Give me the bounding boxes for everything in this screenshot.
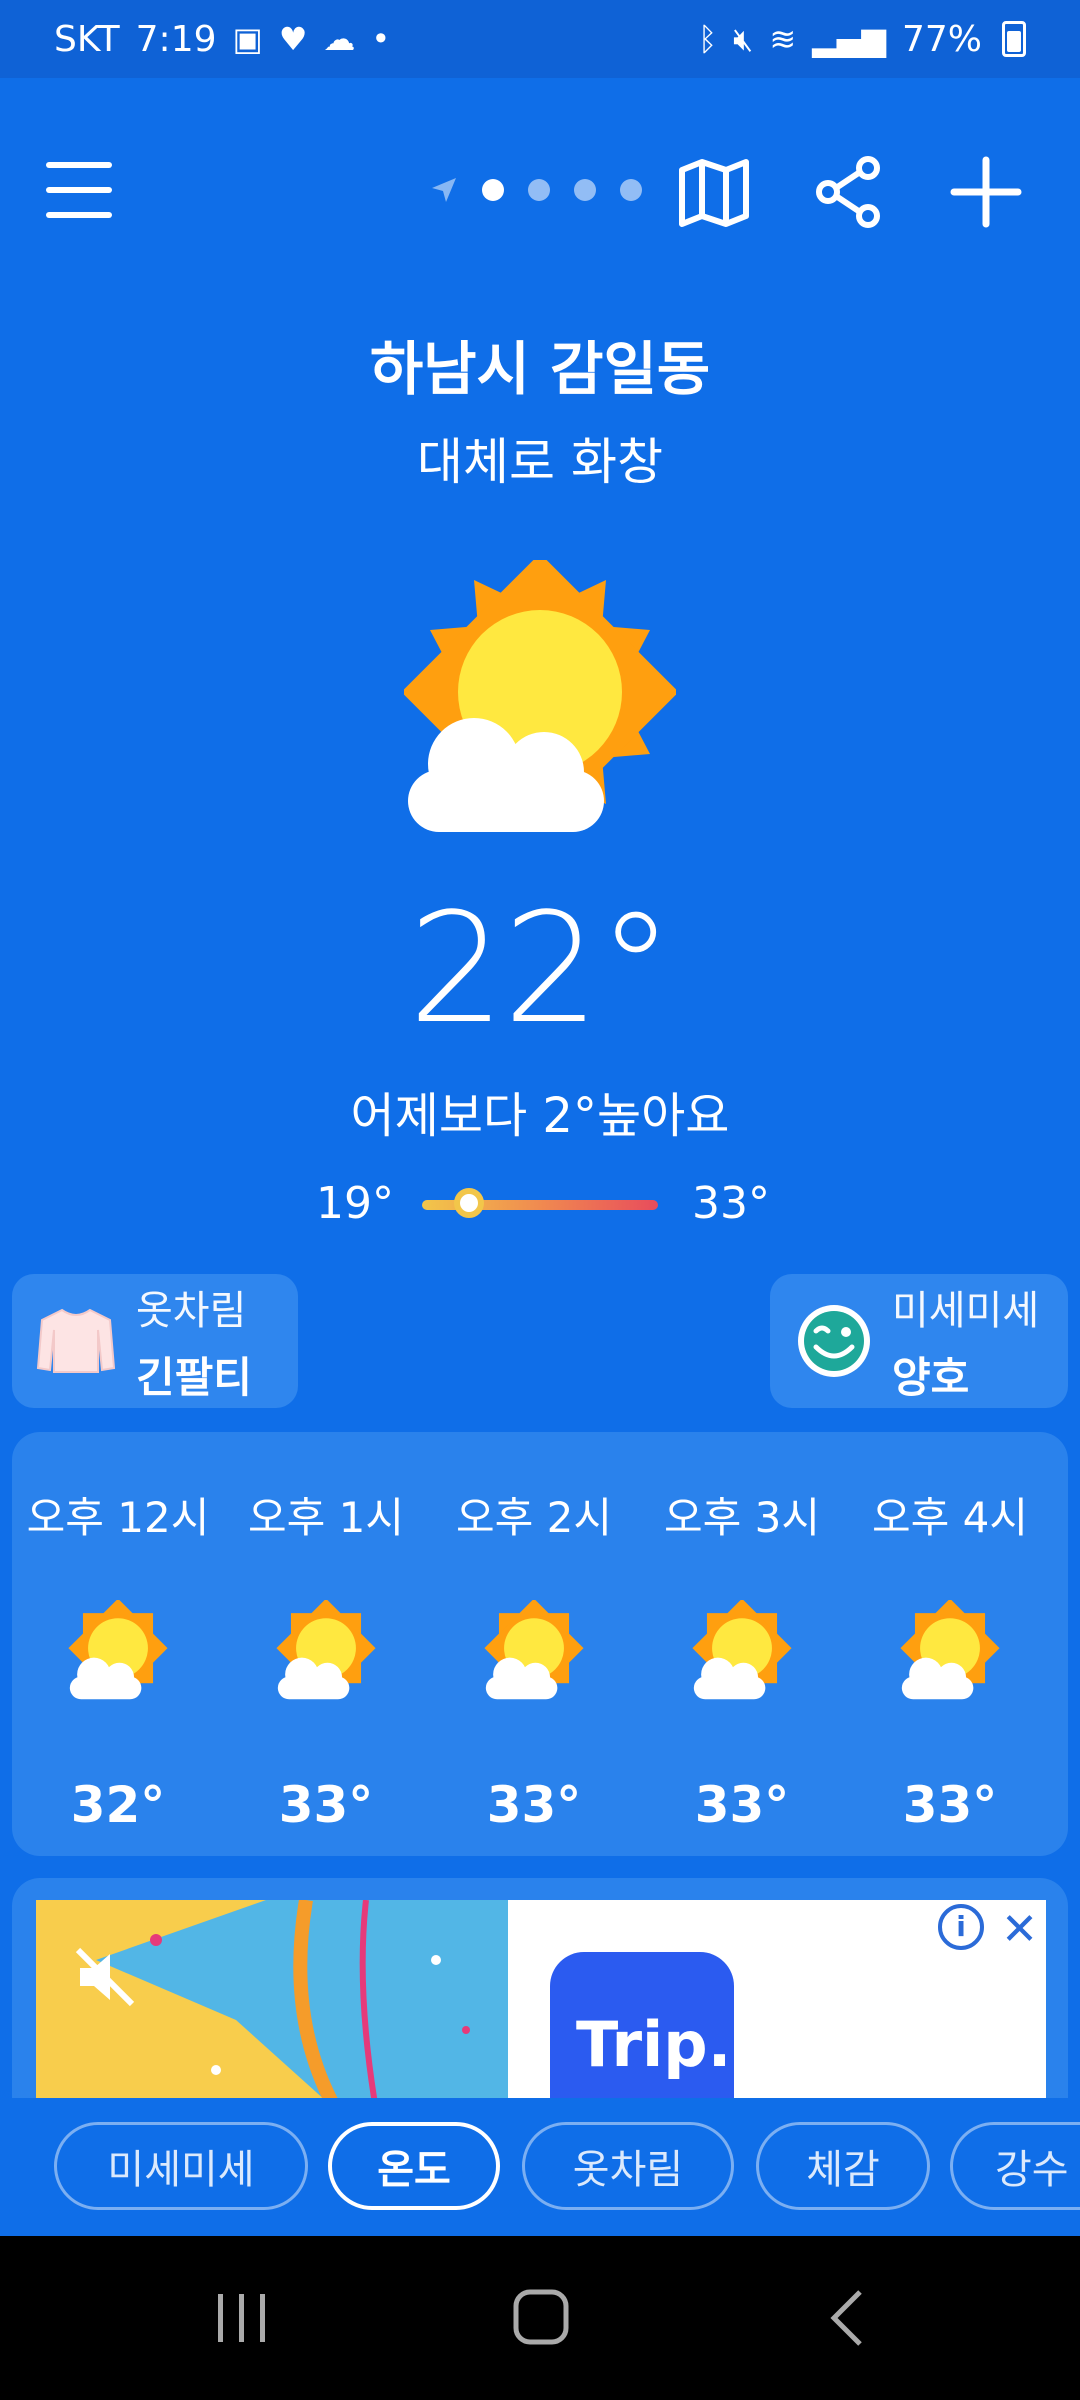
tab-temperature[interactable]: 온도 [328,2122,500,2210]
page-dot [482,179,504,201]
hour-temperature: 33° [694,1776,790,1834]
outfit-label: 옷차림 [136,1287,247,1334]
ad-info-icon[interactable]: i [938,1904,984,1950]
ad-image [36,1900,508,2098]
map-icon[interactable] [676,154,752,230]
outfit-value: 긴팔티 [136,1352,252,1402]
home-icon[interactable] [510,2286,574,2350]
hour-label: 오후 1시 [248,1493,404,1542]
page-indicator[interactable] [430,176,642,204]
sun-cloud-icon [404,560,676,832]
smiley-wink-icon [798,1305,870,1377]
advertisement[interactable]: Trip. i ✕ [36,1900,1046,2098]
carrier-label: SKT [54,18,120,60]
recent-apps-icon[interactable] [212,2286,272,2350]
ad-card: Trip. i ✕ [12,1878,1068,2098]
hour-temperature: 32° [70,1776,166,1834]
add-location-icon[interactable] [948,154,1024,230]
battery-icon [1002,21,1026,57]
menu-button[interactable] [46,162,112,218]
hour-label: 오후 12시 [26,1493,210,1542]
trip-brand-text: Trip. [576,2008,732,2081]
category-tabs: 미세미세 온도 옷차림 체감 강수 [0,2098,1080,2236]
high-temperature: 33° [692,1178,770,1229]
page-dot [574,179,596,201]
hour-temperature: 33° [902,1776,998,1834]
gallery-icon: ▣ [232,20,263,58]
dust-chip[interactable]: 미세미세 양호 [770,1274,1068,1408]
hour-temperature: 33° [278,1776,374,1834]
health-icon: ♥ [278,20,308,58]
tab-outfit[interactable]: 옷차림 [522,2122,734,2210]
share-icon[interactable] [810,154,886,230]
hour-label: 오후 4시 [872,1493,1028,1542]
weather-condition: 대체로 화창 [417,433,663,491]
current-location-icon [432,178,456,202]
current-temperature: 22° [408,880,673,1057]
hourly-forecast[interactable]: 오후 12시 32° 오후 1시 33° 오후 2시 33° 오후 3시 33°… [12,1432,1068,1856]
hour-label: 오후 2시 [456,1493,612,1542]
page-dot [620,179,642,201]
sun-cloud-icon [692,1600,792,1700]
sun-cloud-icon [900,1600,1000,1700]
wifi-icon: ≋ [769,20,797,58]
sun-cloud-icon [276,1600,376,1700]
location-title[interactable]: 하남시 감일동 [0,322,1080,406]
close-icon[interactable]: ✕ [1001,1904,1038,1955]
temperature-range: 19° 33° [0,1170,1080,1234]
bluetooth-icon: ᛒ [697,20,718,58]
back-icon[interactable] [826,2286,870,2350]
outfit-chip[interactable]: 옷차림 긴팔티 [12,1274,298,1408]
battery-percent: 77% [901,18,982,60]
current-temp-marker [454,1188,485,1218]
low-temperature: 19° [316,1178,394,1229]
page-dot [528,179,550,201]
mute-icon: 🔇︎ [733,20,754,58]
muted-speaker-icon[interactable] [72,1944,138,2010]
tab-fine-dust[interactable]: 미세미세 [54,2122,308,2210]
tab-feels-like[interactable]: 체감 [756,2122,930,2210]
toolbar [0,140,1080,240]
clock: 7:19 [135,18,217,60]
sun-cloud-icon [68,1600,168,1700]
cloud-icon: ☁ [323,20,356,58]
dust-value: 양호 [892,1352,970,1402]
status-bar: SKT 7:19 ▣ ♥ ☁ • ᛒ 🔇︎ ≋ ▂▄▆ 77% [0,0,1080,78]
long-sleeve-shirt-icon [36,1308,116,1373]
dust-label: 미세미세 [892,1287,1040,1334]
sun-cloud-icon [484,1600,584,1700]
system-navigation-bar [0,2236,1080,2400]
hour-label: 오후 3시 [664,1493,820,1542]
signal-icon: ▂▄▆ [812,20,886,58]
hour-temperature: 33° [486,1776,582,1834]
tab-precipitation[interactable]: 강수 [950,2122,1080,2210]
notification-dot-icon: • [371,20,391,58]
yesterday-comparison: 어제보다 2°높아요 [350,1088,730,1144]
